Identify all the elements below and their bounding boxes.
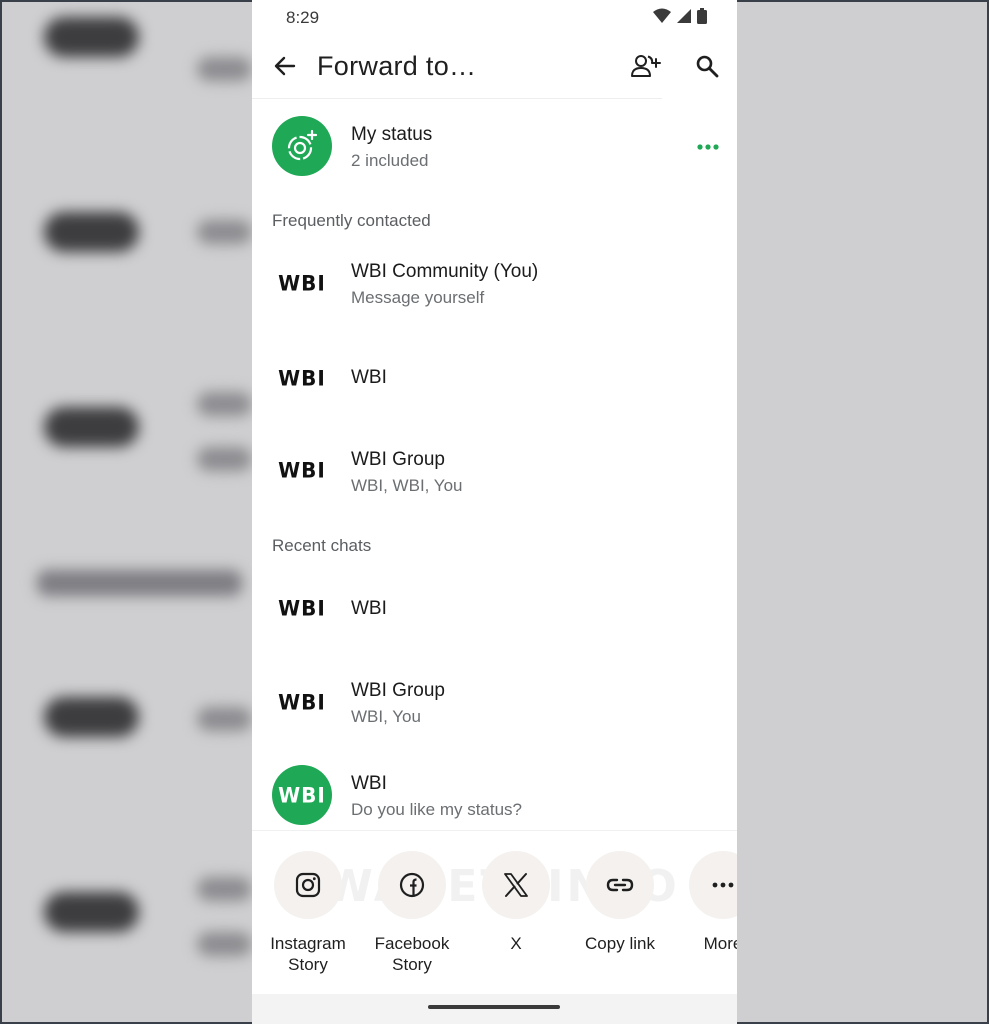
status-subtitle: 2 included: [351, 151, 429, 170]
wbi-logo: WBI: [278, 270, 326, 296]
status-title: My status: [351, 124, 433, 145]
avatar: WBI: [272, 440, 332, 500]
chat-name: WBI: [351, 598, 387, 619]
wbi-logo: WBI: [278, 689, 326, 715]
status-options-button[interactable]: [697, 130, 719, 156]
more-icon: [712, 882, 734, 888]
navigation-bar: [252, 994, 737, 1024]
blur-shape: [37, 570, 242, 596]
blur-shape: [44, 17, 139, 57]
blur-shape: [197, 932, 252, 956]
wbi-logo: WBI: [278, 595, 326, 621]
share-more[interactable]: More: [673, 851, 737, 954]
share-x[interactable]: X: [466, 851, 566, 954]
clock: 8:29: [286, 8, 320, 27]
share-instagram-story[interactable]: Instagram Story: [258, 851, 358, 975]
wifi-icon: [653, 8, 671, 23]
phone-screen: 8:29 Forward to… My status 2 included Fr…: [252, 0, 737, 1024]
wbi-logo: WBI: [278, 457, 326, 483]
app-bar: Forward to…: [252, 36, 737, 98]
share-button-circle: [274, 851, 342, 919]
blur-shape: [197, 877, 252, 901]
status-bar: 8:29: [252, 0, 737, 36]
more-horizontal-icon: [697, 144, 719, 150]
share-sheet: WABETAINFO Instagram Story Facebook Stor…: [252, 830, 737, 995]
chat-row[interactable]: WBI WBI: [252, 569, 737, 649]
status-avatar: [272, 116, 332, 176]
blur-shape: [44, 697, 139, 737]
contact-row[interactable]: WBI WBI: [252, 338, 737, 418]
link-icon: [606, 878, 634, 892]
contact-row[interactable]: WBI WBI Community (You) Message yourself: [252, 245, 737, 325]
avatar: WBI: [272, 578, 332, 638]
wbi-logo: WBI: [278, 782, 326, 808]
contact-name: WBI Community (You): [351, 261, 539, 282]
arrow-back-icon: [274, 56, 296, 76]
share-button-circle: [378, 851, 446, 919]
contact-row[interactable]: WBI WBI Group WBI, WBI, You: [252, 432, 737, 512]
blur-shape: [197, 447, 252, 471]
chat-row[interactable]: WBI WBI Do you like my status?: [252, 756, 737, 836]
signal-icon: [677, 9, 691, 23]
home-gesture-handle[interactable]: [428, 1005, 560, 1009]
facebook-icon: [399, 872, 425, 898]
blur-shape: [197, 392, 252, 416]
chat-subtitle: Do you like my status?: [351, 800, 523, 819]
share-copy-link[interactable]: Copy link: [570, 851, 670, 954]
share-label: Facebook Story: [374, 934, 450, 974]
share-button-circle: [586, 851, 654, 919]
blur-shape: [44, 407, 139, 447]
wbi-logo: WBI: [278, 365, 326, 391]
share-button-circle: [482, 851, 550, 919]
section-header-frequent: Frequently contacted: [272, 211, 431, 230]
blur-shape: [44, 892, 139, 932]
avatar: WBI: [272, 348, 332, 408]
x-icon: [504, 873, 528, 897]
avatar: WBI: [272, 672, 332, 732]
search-button[interactable]: [689, 48, 725, 84]
chat-name: WBI: [351, 773, 387, 794]
share-label: Copy link: [585, 934, 655, 953]
chat-subtitle: WBI, You: [351, 707, 421, 726]
chat-name: WBI Group: [351, 680, 445, 701]
add-contacts-icon: [631, 55, 661, 77]
contact-subtitle: Message yourself: [351, 288, 485, 307]
blur-shape: [197, 707, 252, 731]
new-group-button[interactable]: [629, 48, 665, 84]
contact-name: WBI: [351, 367, 387, 388]
app-bar-divider: [252, 98, 662, 99]
back-button[interactable]: [268, 49, 302, 83]
blur-shape: [197, 220, 252, 244]
avatar: WBI: [272, 765, 332, 825]
add-status-icon: [287, 129, 318, 161]
avatar: WBI: [272, 253, 332, 313]
section-header-recent: Recent chats: [272, 536, 372, 555]
blur-shape: [44, 212, 139, 252]
status-icons: [653, 8, 707, 24]
share-label: More: [703, 934, 737, 953]
share-label: X: [510, 934, 522, 953]
instagram-icon: [295, 872, 321, 898]
search-icon: [696, 55, 719, 78]
chat-row[interactable]: WBI WBI Group WBI, You: [252, 662, 737, 742]
contact-subtitle: WBI, WBI, You: [351, 476, 463, 495]
battery-icon: [697, 8, 707, 24]
share-label: Instagram Story: [270, 934, 346, 974]
contact-name: WBI Group: [351, 449, 445, 470]
share-facebook-story[interactable]: Facebook Story: [362, 851, 462, 975]
page-title: Forward to…: [317, 51, 477, 81]
blur-shape: [197, 57, 252, 81]
my-status-row[interactable]: My status 2 included: [252, 106, 737, 186]
share-button-circle: [689, 851, 737, 919]
